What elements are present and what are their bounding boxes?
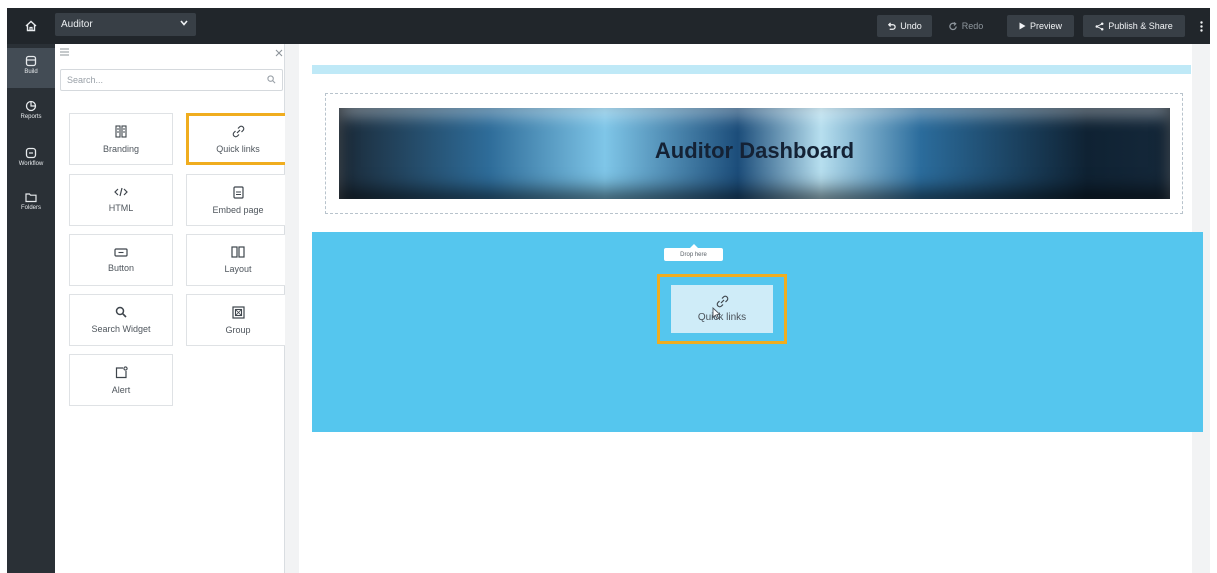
widget-label: Embed page: [212, 204, 264, 215]
rail-label-folders: Folders: [20, 205, 41, 211]
more-vertical-icon: [1199, 20, 1203, 32]
button-icon: [114, 247, 128, 257]
widget-label: HTML: [108, 203, 134, 213]
widget-tile-search-widget[interactable]: Search Widget: [69, 294, 173, 346]
page-canvas: Auditor Dashboard Drop here Quick links: [299, 44, 1203, 573]
widget-tile-embed-page[interactable]: Embed page: [186, 174, 290, 226]
top-toolbar: Auditor Undo Redo Preview Publish & Shar…: [7, 8, 1210, 44]
search-icon: [115, 306, 127, 318]
dragged-widget-outline[interactable]: Quick links: [657, 274, 787, 344]
widget-search-input[interactable]: Search...: [60, 69, 283, 91]
undo-label: Undo: [900, 21, 922, 31]
code-icon: [114, 187, 128, 197]
app-selector[interactable]: Auditor: [55, 13, 196, 36]
rail-label-build: Build: [24, 69, 38, 75]
widget-label: Layout: [224, 264, 252, 274]
rail-label-reports: Reports: [20, 114, 42, 120]
workflow-icon: [25, 147, 37, 159]
divider-line-widget[interactable]: [312, 65, 1191, 74]
embed-page-icon: [232, 185, 244, 199]
more-menu-button[interactable]: [1193, 15, 1209, 37]
rail-item-build[interactable]: Build: [7, 48, 55, 88]
branding-icon: [115, 124, 127, 138]
widget-label: Branding: [102, 143, 140, 154]
rail-label-workflow: Workflow: [18, 161, 44, 167]
chevron-down-icon: [180, 20, 188, 26]
widget-tile-button[interactable]: Button: [69, 234, 173, 286]
redo-button[interactable]: Redo: [940, 15, 992, 37]
search-placeholder: Search...: [67, 75, 104, 85]
app-window: Auditor Undo Redo Preview Publish & Shar…: [7, 8, 1210, 573]
redo-icon: [949, 21, 957, 30]
widget-tile-alert[interactable]: Alert: [69, 354, 173, 406]
widget-tile-quick-links[interactable]: Quick links: [186, 113, 290, 165]
cursor-icon: [712, 307, 721, 320]
widget-tile-group[interactable]: Group: [186, 294, 290, 346]
widget-panel: Search... Branding Quick links HTML Embe…: [55, 44, 290, 573]
search-icon: [267, 75, 276, 84]
dragged-widget-label: Quick links: [697, 312, 747, 323]
close-icon[interactable]: [275, 49, 283, 57]
widget-label: Search Widget: [91, 324, 151, 334]
preview-label: Preview: [1029, 21, 1062, 31]
widget-tile-html[interactable]: HTML: [69, 174, 173, 226]
widget-label: Alert: [111, 384, 131, 395]
undo-icon: [888, 21, 896, 30]
widget-tile-layout[interactable]: Layout: [186, 234, 290, 286]
rail-item-folders[interactable]: Folders: [7, 192, 55, 224]
panel-header: [55, 44, 285, 68]
alert-icon: [115, 365, 128, 378]
dragged-widget-quick-links[interactable]: Quick links: [671, 285, 773, 333]
publish-share-label: Publish & Share: [1108, 21, 1173, 31]
widget-label: Quick links: [216, 143, 260, 154]
drop-zone[interactable]: Drop here Quick links: [312, 232, 1203, 432]
banner-widget[interactable]: Auditor Dashboard: [325, 93, 1183, 214]
builder-canvas: Auditor Dashboard Drop here Quick links: [285, 44, 1210, 573]
undo-button[interactable]: Undo: [877, 15, 932, 37]
widget-label: Group: [225, 324, 251, 335]
publish-share-button[interactable]: Publish & Share: [1083, 15, 1185, 37]
home-button[interactable]: [7, 8, 55, 44]
app-name: Auditor: [61, 19, 93, 30]
rail-item-workflow[interactable]: Workflow: [7, 147, 55, 179]
share-icon: [1095, 22, 1104, 30]
menu-icon[interactable]: [60, 48, 69, 56]
banner-title: Auditor Dashboard: [654, 138, 855, 163]
banner-image: Auditor Dashboard: [339, 108, 1170, 199]
play-icon: [1019, 22, 1026, 30]
preview-button[interactable]: Preview: [1007, 15, 1074, 37]
folder-icon: [25, 193, 37, 203]
widget-label: Button: [107, 262, 135, 273]
reports-icon: [25, 100, 37, 112]
left-nav-rail: Build Reports Workflow Folders: [7, 44, 55, 573]
build-icon: [25, 55, 37, 67]
widget-tile-branding[interactable]: Branding: [69, 113, 173, 165]
group-icon: [231, 305, 245, 319]
drop-here-label: Drop here: [664, 248, 723, 261]
link-icon: [232, 125, 244, 137]
home-icon: [25, 20, 37, 32]
rail-item-reports[interactable]: Reports: [7, 100, 55, 132]
redo-label: Redo: [961, 21, 984, 31]
layout-icon: [231, 246, 245, 258]
